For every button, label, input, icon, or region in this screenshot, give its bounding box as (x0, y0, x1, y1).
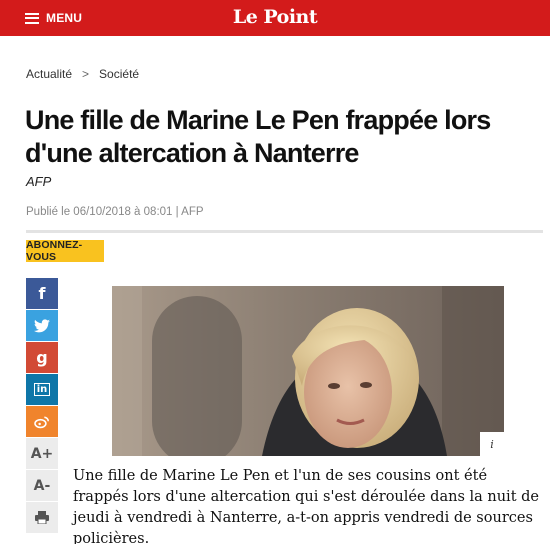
article-author[interactable]: AFP (26, 174, 51, 189)
twitter-share-button[interactable] (26, 310, 58, 341)
article-lead: Une fille de Marine Le Pen et l'un de se… (73, 468, 539, 544)
breadcrumb: Actualité > Société (26, 67, 139, 81)
breadcrumb-separator: > (82, 67, 90, 81)
linkedin-share-button[interactable]: in (26, 374, 58, 405)
font-increase-icon: A+ (30, 445, 54, 462)
share-toolbar: f g in A+ A- (26, 278, 58, 534)
font-increase-button[interactable]: A+ (26, 438, 58, 469)
article-photo: i (112, 286, 504, 456)
twitter-bird-icon (34, 318, 50, 332)
marine-le-pen-photo (112, 286, 504, 456)
print-button[interactable] (26, 502, 58, 533)
divider (26, 230, 543, 233)
font-decrease-icon: A- (33, 477, 51, 494)
facebook-share-button[interactable]: f (26, 278, 58, 309)
facebook-icon: f (38, 284, 46, 303)
subscribe-button[interactable]: ABONNEZ-VOUS (26, 239, 104, 263)
font-decrease-button[interactable]: A- (26, 470, 58, 501)
weibo-icon (34, 416, 49, 428)
linkedin-icon: in (33, 383, 51, 396)
printer-icon (35, 511, 49, 524)
googleplus-share-button[interactable]: g (26, 342, 58, 373)
top-header-bar: MENU Le Point (0, 0, 550, 36)
publish-meta: Publié le 06/10/2018 à 08:01 | AFP (26, 206, 204, 218)
article-title: Une fille de Marine Le Pen frappée lors … (25, 105, 491, 168)
site-logo[interactable]: Le Point (0, 6, 550, 28)
weibo-share-button[interactable] (26, 406, 58, 437)
breadcrumb-item-actualite[interactable]: Actualité (26, 67, 72, 81)
googleplus-icon: g (36, 348, 48, 367)
breadcrumb-item-societe[interactable]: Société (99, 67, 139, 81)
photo-info-button[interactable]: i (480, 432, 504, 456)
